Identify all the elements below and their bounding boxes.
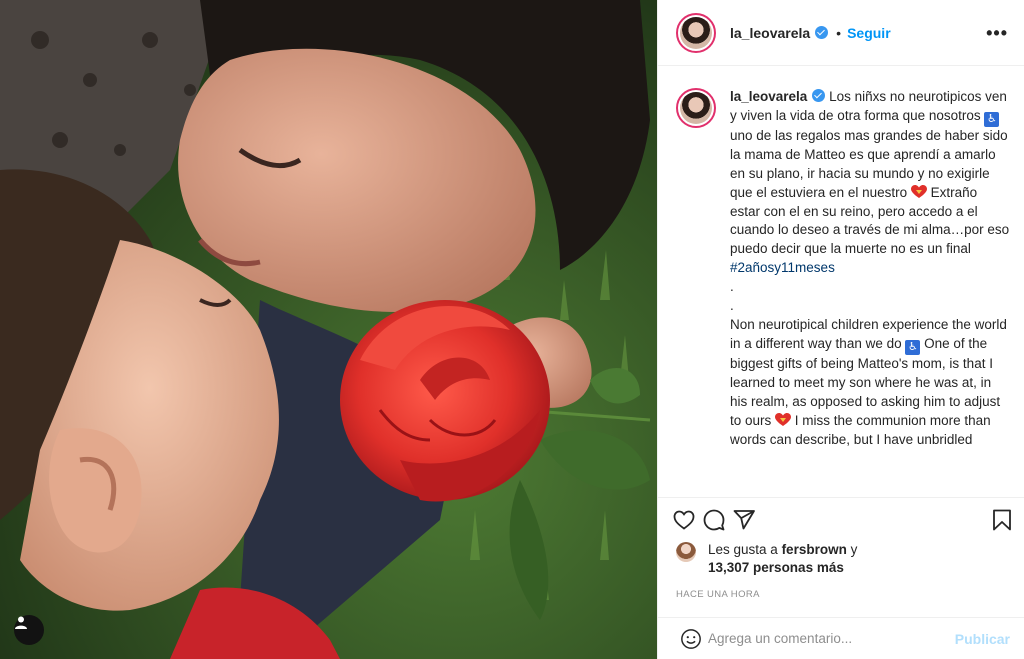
- comment-button[interactable]: [702, 508, 726, 532]
- hashtag-link[interactable]: #2añosy11meses: [730, 260, 835, 275]
- author-avatar[interactable]: [676, 12, 716, 53]
- caption-dot: .: [730, 279, 734, 295]
- wheelchair-icon: ♿: [984, 111, 1000, 127]
- likes-count-suffix[interactable]: personas más: [749, 560, 844, 575]
- header-separator: •: [836, 24, 842, 41]
- verified-icon: [812, 89, 826, 102]
- post-timestamp[interactable]: HACE UNA HORA: [676, 589, 760, 600]
- caption-username[interactable]: la_leovarela: [730, 89, 807, 104]
- comment-input[interactable]: [708, 631, 955, 646]
- share-icon: [733, 510, 755, 530]
- likes-prefix: Les gusta a: [708, 542, 782, 557]
- liker-avatar[interactable]: [676, 542, 696, 562]
- user-tag-icon: [15, 616, 27, 629]
- likes-text: Les gusta a fersbrown y 13,307 personas …: [708, 541, 857, 577]
- post-header: la_leovarela • Seguir •••: [658, 0, 1024, 66]
- post-side-panel: la_leovarela • Seguir ••• la_leovarela L…: [657, 0, 1024, 659]
- caption: la_leovarela Los niñxs no neurotipicos v…: [676, 88, 1010, 449]
- verified-icon: [815, 26, 829, 39]
- action-bar: [672, 506, 1014, 534]
- bookmark-icon: [993, 509, 1011, 531]
- caption-dot: .: [730, 298, 734, 314]
- heart-icon: [673, 510, 695, 530]
- likes-summary: Les gusta a fersbrown y 13,307 personas …: [676, 541, 1014, 577]
- likes-suffix: y: [846, 542, 858, 557]
- publish-button[interactable]: Publicar: [955, 631, 1010, 647]
- caption-avatar[interactable]: [676, 88, 716, 128]
- like-button[interactable]: [672, 508, 696, 532]
- heart-emoji-icon: [910, 184, 927, 198]
- comment-icon: [703, 509, 725, 531]
- comments-area[interactable]: la_leovarela Los niñxs no neurotipicos v…: [658, 66, 1024, 498]
- more-icon[interactable]: •••: [986, 24, 1008, 42]
- wheelchair-icon: ♿: [905, 339, 921, 355]
- emoji-icon: [681, 628, 701, 649]
- comment-bar: Publicar: [658, 617, 1024, 659]
- emoji-button[interactable]: [680, 628, 702, 650]
- share-button[interactable]: [732, 508, 756, 532]
- likes-count[interactable]: 13,307: [708, 560, 749, 575]
- user-tag-button[interactable]: [14, 615, 44, 645]
- photo-illustration: [0, 0, 657, 659]
- caption-text: la_leovarela Los niñxs no neurotipicos v…: [730, 88, 1010, 449]
- post-photo[interactable]: [0, 0, 657, 659]
- liker-username[interactable]: fersbrown: [782, 542, 847, 557]
- heart-emoji-icon: [775, 412, 792, 426]
- save-button[interactable]: [990, 508, 1014, 532]
- author-username[interactable]: la_leovarela: [730, 25, 810, 41]
- follow-button[interactable]: Seguir: [847, 25, 891, 41]
